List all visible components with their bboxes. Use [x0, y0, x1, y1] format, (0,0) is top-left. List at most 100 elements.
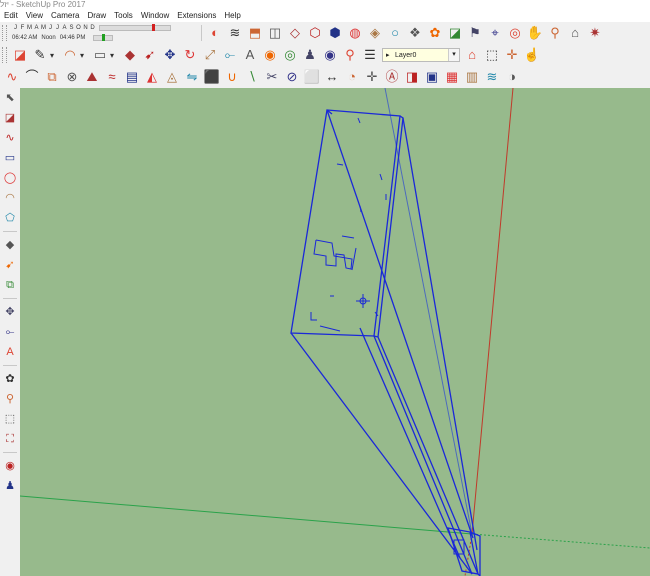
camera-icon[interactable]: ⌖ — [486, 24, 504, 42]
toolbar-grip[interactable] — [2, 47, 7, 63]
flip-edge-icon[interactable]: ⇋ — [183, 68, 201, 86]
add-detail-icon[interactable]: ◬ — [163, 68, 181, 86]
protractor-icon[interactable]: ◔ — [343, 68, 361, 86]
left-arc-icon[interactable]: ◠ — [2, 190, 18, 206]
shaded-icon[interactable]: ◍ — [346, 24, 364, 42]
left-push-pull-icon[interactable]: ◆ — [2, 237, 18, 253]
dimension-icon[interactable]: ↔ — [323, 68, 341, 86]
monochrome-icon[interactable]: ○ — [386, 24, 404, 42]
menu-window[interactable]: Window — [137, 9, 173, 22]
position-camera-icon[interactable]: ⚲ — [341, 46, 359, 64]
layer-selector[interactable]: ▸ Layer0 ▾ — [382, 48, 460, 62]
time-slider[interactable] — [93, 33, 114, 41]
left-rectangle-icon[interactable]: ▭ — [2, 150, 18, 166]
fog-icon[interactable]: ≋ — [483, 68, 501, 86]
settings-icon[interactable]: ✷ — [586, 24, 604, 42]
add-location-icon[interactable]: ⚑ — [466, 24, 484, 42]
component-icon[interactable]: ❖ — [406, 24, 424, 42]
pencil-icon[interactable]: ✎ — [31, 46, 49, 64]
extension-icon[interactable]: ⬚ — [483, 46, 501, 64]
drape-icon[interactable]: ◭ — [143, 68, 161, 86]
freehand-icon[interactable]: ∿ — [3, 68, 21, 86]
month-slider[interactable] — [99, 24, 171, 31]
menu-view[interactable]: View — [22, 9, 47, 22]
menu-draw[interactable]: Draw — [83, 9, 110, 22]
arc-icon[interactable]: ◠ — [61, 46, 79, 64]
xray-icon[interactable]: ◫ — [266, 24, 284, 42]
text-icon[interactable]: A — [241, 46, 259, 64]
left-freehand-icon[interactable]: ∿ — [2, 130, 18, 146]
drawing-viewport[interactable] — [20, 88, 650, 576]
solid-tools-icon[interactable]: ⬛ — [203, 68, 221, 86]
zoom-icon[interactable]: ⚲ — [546, 24, 564, 42]
paint-icon[interactable]: ✿ — [426, 24, 444, 42]
views-icon[interactable]: ⌂ — [566, 24, 584, 42]
menu-tools[interactable]: Tools — [110, 9, 137, 22]
fog-icon[interactable]: ≋ — [226, 24, 244, 42]
left-text-icon[interactable]: A — [2, 344, 18, 360]
paint-bucket-icon[interactable]: ◉ — [261, 46, 279, 64]
left-follow-me-icon[interactable]: ➹ — [2, 257, 18, 273]
left-circle-icon[interactable]: ◯ — [2, 170, 18, 186]
left-paint-icon[interactable]: ✿ — [2, 371, 18, 387]
left-offset-icon[interactable]: ⧉ — [2, 277, 18, 293]
left-zoom-extents-icon[interactable]: ⛶ — [2, 431, 18, 447]
left-move-icon[interactable]: ✥ — [2, 304, 18, 320]
split-icon[interactable]: ⊘ — [283, 68, 301, 86]
left-tape-icon[interactable]: ⟜ — [2, 324, 18, 340]
rotate-icon[interactable]: ↻ — [181, 46, 199, 64]
pan-icon[interactable]: ✋ — [526, 24, 544, 42]
outer-shell-icon[interactable]: ⬜ — [303, 68, 321, 86]
axis-icon[interactable]: ✛ — [363, 68, 381, 86]
orbit-icon[interactable]: ◎ — [281, 46, 299, 64]
wireframe-icon[interactable]: ⬡ — [306, 24, 324, 42]
back-edges-icon[interactable]: ◇ — [286, 24, 304, 42]
sandbox-icon[interactable]: ⛰ — [83, 68, 101, 86]
intersect-icon[interactable]: ⊗ — [63, 68, 81, 86]
rectangle-icon[interactable]: ▭ — [91, 46, 109, 64]
left-look-around-icon[interactable]: ◉ — [2, 458, 18, 474]
shadow-toggle-icon[interactable]: ◐ — [206, 24, 224, 42]
left-walk-icon[interactable]: ♟ — [2, 478, 18, 494]
styles-icon[interactable]: ▥ — [463, 68, 481, 86]
follow-me-icon[interactable]: ➹ — [141, 46, 159, 64]
chevron-down-icon[interactable]: ▾ — [50, 51, 58, 60]
bezier-icon[interactable]: ⌒ — [23, 68, 41, 86]
offset-icon[interactable]: ⧉ — [43, 68, 61, 86]
subtract-icon[interactable]: ∖ — [243, 68, 261, 86]
warehouse-icon[interactable]: ⌂ — [463, 46, 481, 64]
toolbar-grip[interactable] — [2, 25, 7, 41]
smoove-icon[interactable]: ≈ — [103, 68, 121, 86]
left-eraser-icon[interactable]: ◪ — [2, 110, 18, 126]
hand-icon[interactable]: ☝ — [523, 46, 541, 64]
left-zoom-icon[interactable]: ⚲ — [2, 391, 18, 407]
walk-icon[interactable]: ♟ — [301, 46, 319, 64]
3d-text-icon[interactable]: Ⓐ — [383, 68, 401, 86]
eraser-icon[interactable]: ◪ — [446, 24, 464, 42]
chevron-down-icon[interactable]: ▾ — [80, 51, 88, 60]
scale-icon[interactable]: ⤢ — [201, 46, 219, 64]
shaded-textures-icon[interactable]: ◈ — [366, 24, 384, 42]
look-around-icon[interactable]: ◉ — [321, 46, 339, 64]
model-canvas[interactable] — [20, 88, 650, 576]
menu-extensions[interactable]: Extensions — [173, 9, 220, 22]
move-icon[interactable]: ✥ — [161, 46, 179, 64]
menu-camera[interactable]: Camera — [47, 9, 83, 22]
hidden-line-icon[interactable]: ⬢ — [326, 24, 344, 42]
left-polygon-icon[interactable]: ⬠ — [2, 210, 18, 226]
chevron-down-icon[interactable]: ▾ — [448, 49, 459, 61]
photo-textures-icon[interactable]: ▦ — [443, 68, 461, 86]
menu-help[interactable]: Help — [220, 9, 244, 22]
chevron-down-icon[interactable]: ▾ — [110, 51, 118, 60]
left-select-icon[interactable]: ⬉ — [2, 90, 18, 106]
section-icon[interactable]: ◨ — [403, 68, 421, 86]
stamp-icon[interactable]: ▤ — [123, 68, 141, 86]
union-icon[interactable]: ∪ — [223, 68, 241, 86]
menu-edit[interactable]: Edit — [0, 9, 22, 22]
section-plane-icon[interactable]: ⬒ — [246, 24, 264, 42]
layer-manager-icon[interactable]: ☰ — [361, 46, 379, 64]
trim-icon[interactable]: ✂ — [263, 68, 281, 86]
axes-icon[interactable]: ✛ — [503, 46, 521, 64]
eraser-icon[interactable]: ◪ — [11, 46, 29, 64]
push-pull-icon[interactable]: ◆ — [121, 46, 139, 64]
